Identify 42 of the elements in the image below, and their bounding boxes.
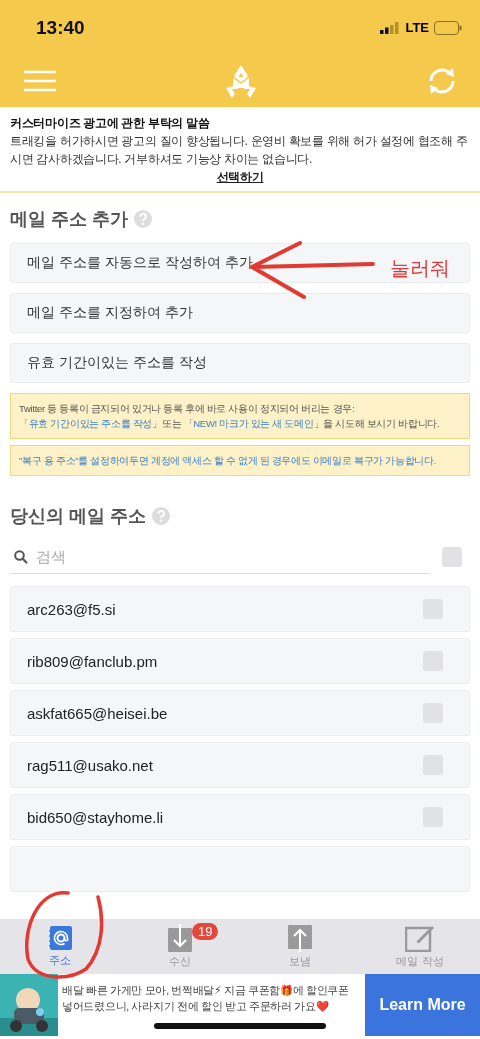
email-address: arc263@f5.si [27, 600, 116, 618]
learn-more-button[interactable]: Learn More [365, 974, 480, 1036]
notice-title: 커스터마이즈 광고에 관한 부탁의 말씀 [10, 115, 211, 132]
count-badge: 19 [192, 923, 219, 940]
tab-button[interactable]: 수신 19 [120, 919, 240, 974]
email-address: rag511@usako.net [27, 756, 153, 774]
option-button[interactable]: 유효 기간이있는 주소를 작성 [10, 343, 470, 383]
address-row[interactable]: bid650@stayhome.li [10, 794, 470, 840]
tip-link[interactable]: 「유효 기간이있는 주소를 작성」 [19, 418, 162, 429]
annotation-text: 눌러줘 [390, 256, 450, 281]
email-address: bid650@stayhome.li [27, 808, 164, 826]
search-field[interactable]: 검색 [10, 540, 430, 574]
section-title: 메일 주소 추가 [10, 208, 128, 231]
address-row[interactable]: arc263@f5.si [10, 586, 470, 632]
network-label: LTE [405, 20, 429, 35]
menu-icon[interactable] [24, 70, 56, 92]
address-book-icon [47, 925, 73, 951]
address-row[interactable]: rib809@fanclub.pm [10, 638, 470, 684]
address-row[interactable] [10, 846, 470, 892]
status-time: 13:40 [36, 16, 85, 39]
select-link[interactable]: 선택하기 [10, 168, 470, 186]
help-icon[interactable] [152, 507, 170, 525]
download-icon [167, 924, 193, 952]
email-address: askfat665@heisei.be [27, 704, 168, 722]
select-all-checkbox[interactable] [442, 547, 462, 567]
notice-text: 트래킹을 허가하시면 광고의 질이 향상됩니다. 운영비 확보를 위해 허가 설정에 협조해 주시면 감사하겠습니다. 거부하셔도 기능상 차이는 없습니다. [10, 133, 469, 168]
tip-link[interactable]: 「NEW! 마크가 있는 새 도메인」 [183, 418, 324, 429]
battery-icon [434, 20, 462, 35]
upload-icon [287, 924, 313, 952]
address-row[interactable]: rag511@usako.net [10, 742, 470, 788]
tip-text: Twitter 등 등록이 금지되어 있거나 등록 후에 바로 사용이 정지되어 버리는 경우: 「유효 기간이있는 주소를 작성」또는 「NEW! 마크가 있는 새 도메인」을 시도해 보시기 바랍니다. [19, 403, 440, 429]
tab-button[interactable]: 주소 [0, 919, 120, 974]
compose-icon [405, 924, 435, 952]
email-address: rib809@fanclub.pm [27, 652, 158, 670]
help-icon[interactable] [134, 210, 152, 228]
ad-text: 배달 빠른 가게만 모아, 번쩍배달⚡ 지금 쿠폰함🎁에 할인쿠폰 넣어드렸으니, 사라지기 전에 할인 받고 주문하러 가요❤ [61, 983, 350, 1014]
tip-text: "복구 용 주소"를 설정하여두면 계정에 액세스 할 수 없게 된 경우에도 이메일로 복구가 가능합니다. [19, 455, 437, 466]
option-button[interactable]: 메일 주소를 지정하여 추가 [10, 293, 470, 333]
section-title: 당신의 메일 주소 [10, 505, 146, 528]
address-row[interactable]: askfat665@heisei.be [10, 690, 470, 736]
search-icon [14, 550, 28, 564]
signal-icon [380, 21, 401, 34]
